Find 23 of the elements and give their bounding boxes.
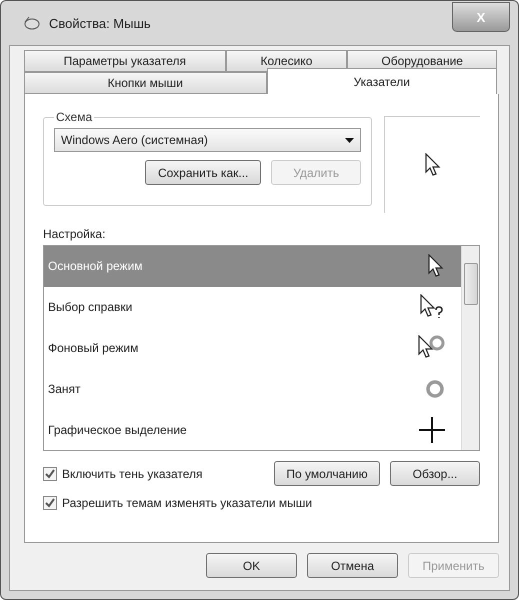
arrow-cursor-icon [424, 153, 442, 177]
checkmark-icon [45, 468, 55, 478]
arrow-cursor-icon [427, 254, 445, 278]
checkmark-icon [45, 498, 55, 508]
option-checkbox[interactable]: Разрешить темам изменять указатели мыши [43, 496, 312, 510]
list-button[interactable]: По умолчанию [274, 461, 380, 486]
busy-ring-icon [425, 378, 445, 399]
option-checkbox[interactable]: Включить тень указателя [43, 466, 203, 480]
dropdown-arrow-icon [345, 138, 354, 142]
scheme-dropdown[interactable]: Windows Aero (системная) [54, 128, 362, 152]
tab[interactable]: Кнопки мыши [24, 72, 267, 94]
crosshair-icon [419, 416, 445, 443]
dialog-button[interactable]: Отмена [307, 553, 398, 578]
dialog-button[interactable]: OK [206, 553, 297, 578]
tab[interactable]: Указатели [266, 68, 497, 94]
tab[interactable]: Параметры указателя [24, 50, 226, 72]
scrollbar[interactable] [461, 246, 479, 450]
window-title: Свойства: Мышь [49, 16, 152, 30]
list-button[interactable]: Обзор... [390, 461, 480, 486]
group-label: Схема [55, 110, 94, 124]
help-cursor-icon [419, 294, 445, 320]
scheme-button[interactable]: Сохранить как... [145, 160, 262, 185]
list-label: Настройка: [43, 227, 106, 241]
